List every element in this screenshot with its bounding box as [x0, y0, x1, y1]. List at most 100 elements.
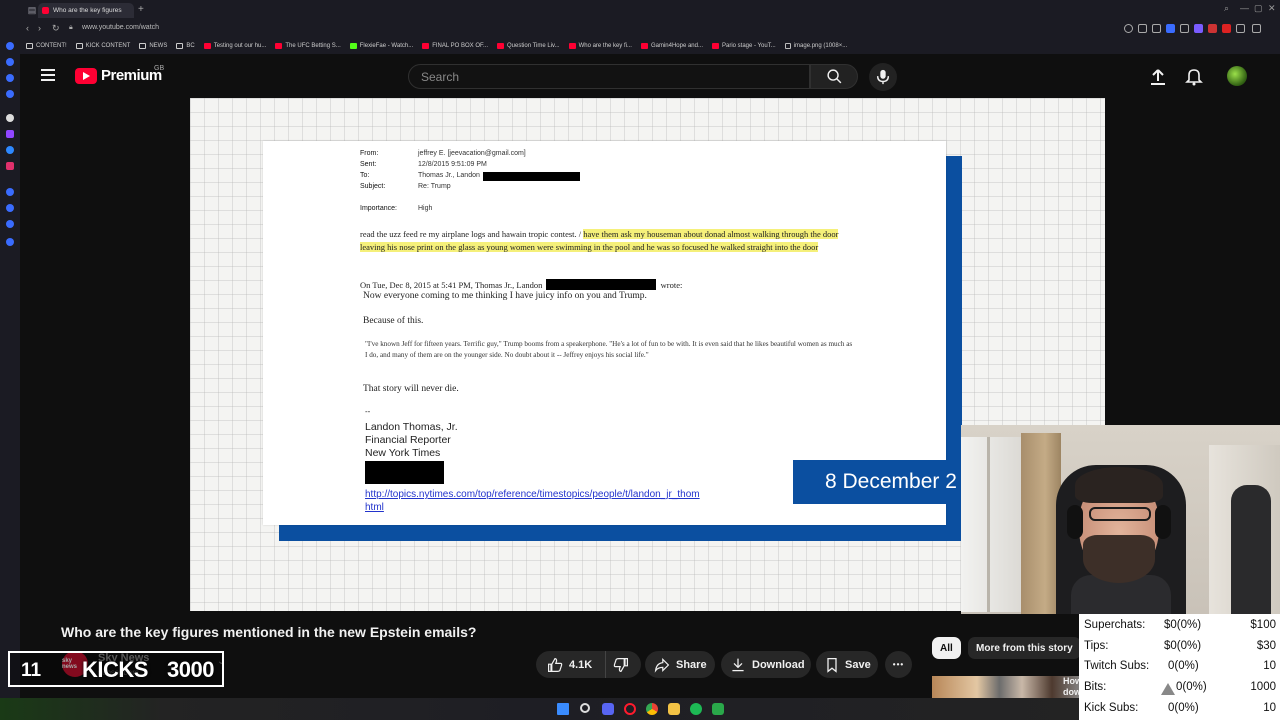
messenger-icon[interactable]	[6, 146, 14, 154]
thumbs-up-icon	[548, 657, 563, 672]
superchats-goal: $100	[1250, 619, 1276, 631]
tips-goal: $30	[1256, 640, 1276, 652]
account-avatar[interactable]	[1227, 66, 1247, 86]
spotify-icon[interactable]	[690, 703, 702, 715]
folder-icon[interactable]	[668, 703, 680, 715]
maximize-icon[interactable]: ▢	[1254, 3, 1263, 14]
instagram-icon[interactable]	[6, 162, 14, 170]
youtube-logo[interactable]: Premium	[75, 67, 162, 84]
bits-row: Bits: 0(0%) 1000	[1084, 681, 1276, 697]
settings-icon[interactable]	[6, 238, 14, 246]
bookmark-item[interactable]: KICK CONTENT	[75, 43, 130, 49]
email-from-row: From: jeffrey E. [jeevacation@gmail.com]	[360, 150, 526, 157]
url-field[interactable]: www.youtube.com/watch	[82, 24, 159, 31]
bookmark-item[interactable]: BC	[176, 43, 195, 49]
youtube-icon	[568, 43, 576, 49]
menu-icon[interactable]	[1252, 24, 1261, 33]
back-icon[interactable]: ‹	[26, 23, 29, 33]
forward-icon[interactable]: ›	[38, 23, 41, 33]
sidebar-app-icon[interactable]	[6, 42, 14, 50]
importance-label: Importance:	[360, 205, 397, 212]
bookmark-item[interactable]: image.png (1008×...	[784, 43, 848, 49]
bookmark-label: Gamin4Hope and...	[650, 43, 703, 49]
screenshot-icon[interactable]	[1152, 24, 1161, 33]
windows-start-icon[interactable]	[557, 703, 569, 715]
sidebar-app-icon[interactable]	[6, 58, 14, 66]
youtube-icon	[422, 43, 430, 49]
chip-more-from-story[interactable]: More from this story	[968, 637, 1081, 659]
bookmark-item[interactable]: Testing out our hu...	[203, 43, 266, 49]
download-button[interactable]: Download	[721, 651, 811, 678]
reply-line-2: Because of this.	[363, 316, 424, 326]
search-icon[interactable]	[580, 703, 590, 713]
sidebar-app-icon[interactable]	[6, 188, 14, 196]
youtube-icon	[203, 43, 211, 49]
chip-all[interactable]: All	[932, 637, 961, 659]
like-count: 4.1K	[569, 658, 593, 671]
pin-icon[interactable]	[1138, 24, 1147, 33]
like-button[interactable]: 4.1K	[536, 651, 606, 678]
document-icon	[784, 43, 791, 49]
kicks-count: 11	[21, 660, 42, 681]
close-window-icon[interactable]: ✕	[1268, 3, 1276, 14]
tab-active[interactable]: Who are the key figures	[38, 3, 134, 18]
tab-menu-icon[interactable]: ▤	[26, 4, 38, 16]
create-button[interactable]	[1148, 67, 1168, 87]
new-tab-button[interactable]: +	[138, 4, 144, 15]
dislike-button[interactable]	[606, 657, 641, 673]
bookmark-item[interactable]: Pario stage - YouT...	[711, 43, 776, 49]
hamburger-menu-icon[interactable]	[41, 69, 55, 81]
aria-icon[interactable]	[6, 114, 14, 122]
bookmark-item[interactable]: FlexieFae - Watch...	[349, 43, 414, 49]
notifications-button[interactable]	[1184, 66, 1204, 86]
extension-icon[interactable]	[1194, 24, 1203, 33]
search-input[interactable]	[421, 70, 791, 84]
discord-icon[interactable]	[602, 703, 614, 715]
bookmark-item[interactable]: Who are the key fi...	[568, 43, 632, 49]
bookmark-item[interactable]: Question Time Liv...	[497, 43, 560, 49]
bookmark-item[interactable]: NEWS	[139, 43, 167, 49]
extension-icon[interactable]	[1180, 24, 1189, 33]
sidebar-app-icon[interactable]	[6, 74, 14, 82]
sidebar-app-icon[interactable]	[6, 204, 14, 212]
voice-search-button[interactable]	[869, 63, 897, 91]
reload-icon[interactable]: ↻	[52, 23, 60, 34]
logo-text: Premium	[101, 67, 162, 84]
bookmark-label: FlexieFae - Watch...	[359, 43, 414, 49]
webcam-beard	[1083, 535, 1155, 583]
sidebar-app-icon[interactable]	[6, 90, 14, 98]
minimize-icon[interactable]: —	[1240, 3, 1249, 13]
download-icon[interactable]	[1236, 24, 1245, 33]
bookmark-item[interactable]: Gamin4Hope and...	[640, 43, 703, 49]
bookmark-item[interactable]: The UFC Betting S...	[275, 43, 341, 49]
more-actions-button[interactable]: •••	[885, 651, 912, 678]
bookmark-icon	[827, 657, 837, 673]
search-tabs-icon[interactable]: ⌕	[1224, 3, 1229, 14]
extension-icon[interactable]	[1222, 24, 1231, 33]
zoom-icon[interactable]	[1124, 24, 1133, 33]
bookmark-item[interactable]: CONTENT!	[26, 43, 67, 49]
search-button[interactable]	[810, 64, 858, 89]
bookmark-label: image.png (1008×...	[793, 43, 848, 49]
kick-subs-goal: 10	[1263, 702, 1276, 714]
bell-icon	[1185, 69, 1203, 86]
thumbs-down-icon	[613, 657, 628, 672]
opera-taskbar-icon[interactable]	[624, 703, 636, 715]
chrome-icon[interactable]	[646, 703, 658, 715]
youtube-icon	[275, 43, 283, 49]
extension-icon[interactable]	[1208, 24, 1217, 33]
trump-quote: "I've known Jeff for fifteen years. Terr…	[365, 340, 853, 359]
twitch-icon[interactable]	[6, 130, 14, 138]
extension-icon[interactable]	[1166, 24, 1175, 33]
share-button[interactable]: Share	[645, 651, 715, 678]
upload-icon	[1151, 69, 1165, 85]
bookmark-item[interactable]: FINAL PO BOX OF...	[422, 43, 488, 49]
sidebar-app-icon[interactable]	[6, 220, 14, 228]
app-icon[interactable]	[712, 703, 724, 715]
bits-value: 0(0%)	[1176, 681, 1207, 693]
save-button[interactable]: Save	[816, 651, 878, 678]
email-sent-row: Sent: 12/8/2015 9:51:09 PM	[360, 161, 487, 168]
to-value: Thomas Jr., Landon	[418, 172, 480, 179]
kick-icon	[349, 43, 357, 49]
webcam-window	[961, 437, 1021, 612]
